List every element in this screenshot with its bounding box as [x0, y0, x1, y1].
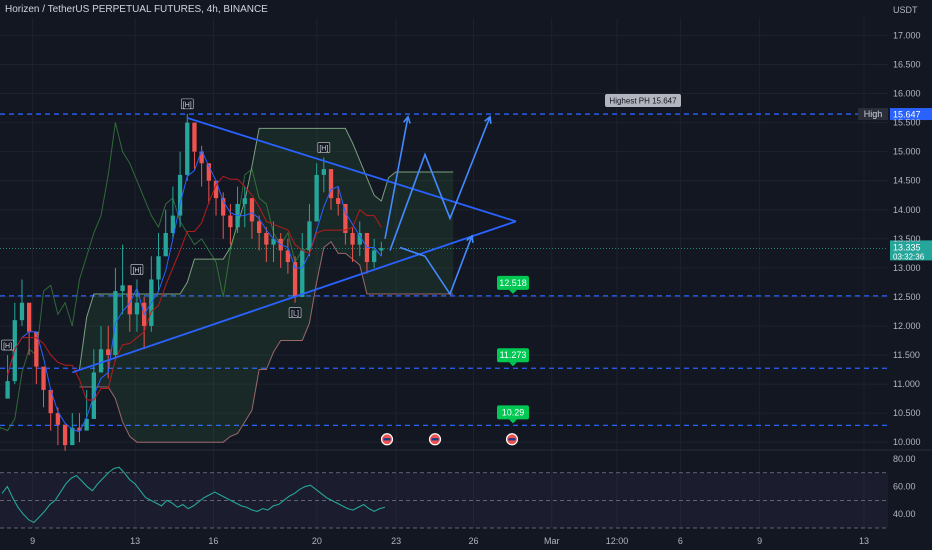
y-tick-label: 16.000 — [893, 89, 921, 99]
y-tick-label: 17.000 — [893, 30, 921, 40]
y-tick-label: 14.500 — [893, 176, 921, 186]
last-price-countdown: 03:32:36 — [893, 252, 925, 261]
rsi-tick-label: 60.00 — [893, 482, 916, 492]
rsi-pane — [0, 466, 888, 529]
price-chart[interactable]: High 15.647Highest PH 15.64712.51811.2731… — [0, 0, 932, 550]
candle-body — [350, 233, 355, 245]
event-flag-stripe-icon — [508, 438, 516, 441]
y-tick-label: 16.500 — [893, 59, 921, 69]
candle-body — [106, 349, 111, 356]
last-price-label: 13.335 — [893, 242, 921, 252]
x-tick-label: 20 — [312, 536, 322, 546]
highest-callout: Highest PH 15.647 — [609, 97, 677, 106]
y-tick-label: 15.000 — [893, 147, 921, 157]
y-tick-label: 13.000 — [893, 263, 921, 273]
y-tick-label: 13.500 — [893, 234, 921, 244]
candle-body — [26, 302, 32, 332]
pivot-label: [H] — [183, 102, 192, 109]
candle-body — [321, 169, 326, 175]
chart-title: Horizen / TetherUS PERPETUAL FUTURES, 4h… — [5, 4, 268, 15]
pivot-label: [H] — [3, 343, 12, 350]
candle-body — [19, 302, 25, 321]
pivot-label: [H] — [319, 145, 328, 152]
y-tick-label: 11.500 — [893, 350, 920, 360]
event-flag-stripe-icon — [431, 438, 439, 441]
level-label: 11.273 — [500, 350, 527, 360]
x-tick-label: 9 — [757, 536, 762, 546]
candle-body — [156, 256, 161, 280]
x-tick-label: 9 — [30, 536, 35, 546]
x-tick-label: Mar — [544, 536, 560, 546]
level-tag: High — [864, 109, 883, 119]
x-tick-label: 13 — [130, 536, 140, 546]
x-tick-label: 23 — [391, 536, 401, 546]
candle-body — [134, 302, 140, 315]
candle-body — [249, 198, 255, 222]
rsi-tick-label: 80.00 — [893, 454, 916, 464]
x-tick-label: 13 — [859, 536, 869, 546]
event-flag-stripe-icon — [383, 438, 391, 441]
y-tick-label: 12.500 — [893, 292, 921, 302]
candle-body — [300, 250, 305, 297]
pivot-label: [L] — [291, 311, 299, 318]
candle-body — [264, 233, 269, 245]
y-tick-label: 12.000 — [893, 321, 921, 331]
candle-body — [336, 198, 341, 204]
candle-body — [256, 221, 262, 233]
y-tick-label: 10.000 — [893, 437, 921, 447]
chart-background — [0, 0, 932, 550]
candle-body — [62, 424, 68, 446]
candle-body — [242, 198, 247, 204]
candle-body — [371, 250, 377, 263]
candle-body — [98, 349, 104, 373]
candle-body — [41, 366, 46, 390]
y-tick-label: 15.500 — [893, 118, 921, 128]
x-tick-label: 6 — [678, 536, 683, 546]
candle-body — [70, 427, 75, 446]
y-tick-label: 11.000 — [893, 379, 920, 389]
y-tick-label: 10.500 — [893, 408, 921, 418]
x-tick-label: 26 — [468, 536, 478, 546]
pivot-label: [H] — [132, 267, 141, 274]
candle-body — [307, 221, 312, 251]
candle-body — [379, 248, 384, 251]
candle-body — [5, 381, 10, 399]
candle-body — [163, 233, 168, 257]
candle-body — [314, 174, 319, 222]
x-tick-label: 12:00 — [606, 536, 629, 546]
level-label: 10.29 — [502, 407, 525, 417]
candle-body — [120, 285, 125, 292]
rsi-tick-label: 40.00 — [893, 509, 916, 519]
candle-body — [228, 215, 233, 228]
candle-body — [185, 122, 190, 175]
x-tick-label: 16 — [208, 536, 218, 546]
axis-currency: USDT — [893, 5, 918, 15]
y-tick-label: 14.000 — [893, 205, 921, 215]
level-label: 12.518 — [499, 278, 527, 288]
candle-body — [192, 122, 197, 152]
